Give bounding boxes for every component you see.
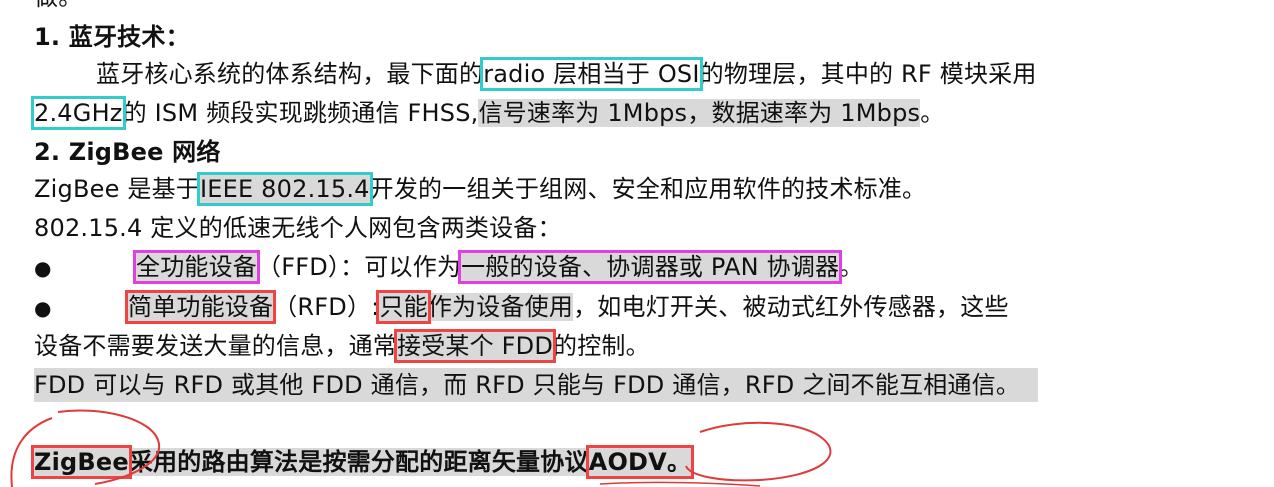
section-heading-bluetooth: 1. 蓝牙技术： [34, 23, 190, 51]
bullet-rfd: ● 简单功能设备（RFD）:只能作为设备使用，如电灯开关、被动式红外传感器，这些 [34, 290, 1009, 325]
text-run: 开发的一组关于组网、安全和应用软件的技术标准。 [369, 175, 927, 203]
highlighted-rates: 信号速率为 1Mbps，数据速率为 1Mbps [478, 99, 921, 127]
bullet-rfd-continued: 设备不需要发送大量的信息，通常接受某个 FDD的控制。 [34, 329, 650, 363]
section-heading-zigbee: 2. ZigBee 网络 [34, 138, 221, 166]
text-run: 的控制。 [553, 332, 650, 360]
routing-sentence: ZigBee采用的路由算法是按需分配的距离矢量协议AODV。 [31, 445, 695, 479]
ink-underline [599, 481, 761, 487]
boxed-term-radio-layer: radio 层相当于 OSI [480, 57, 703, 91]
boxed-term-only: 只能 [376, 290, 431, 324]
boxed-term-ieee: IEEE 802.15.4 [196, 172, 373, 206]
text-run: 。 [839, 253, 864, 281]
text-run: 的 ISM 频段实现跳频通信 FHSS, [122, 99, 479, 127]
bluetooth-paragraph-line1: 蓝牙核心系统的体系结构，最下面的radio 层相当于 OSI的物理层，其中的 R… [96, 57, 1037, 91]
boxed-term-rfd: 简单功能设备 [124, 290, 277, 324]
bullet-ffd: ● 全功能设备（FFD）：可以作为一般的设备、协调器或 PAN 协调器。 [34, 250, 863, 285]
text-run: 的物理层，其中的 RF 模块采用 [699, 60, 1037, 88]
text-run: （FFD）：可以作为 [257, 253, 462, 281]
text-run: ，如电灯开关、被动式红外传感器，这些 [573, 293, 1009, 321]
text-run: （RFD）: [273, 293, 380, 321]
zigbee-paragraph-line1: ZigBee 是基于IEEE 802.15.4开发的一组关于组网、安全和应用软件… [34, 172, 926, 206]
boxed-term-ffd: 全功能设备 [133, 250, 260, 284]
boxed-term-frequency: 2.4GHz [31, 96, 126, 130]
text-run: 设备不需要发送大量的信息，通常 [34, 332, 397, 360]
top-text-fragment: 做。 [34, 0, 82, 14]
boxed-term-fdd-control: 接受某个 FDD [394, 329, 556, 363]
zigbee-paragraph-line2: 802.15.4 定义的低速无线个人网包含两类设备： [34, 214, 562, 242]
highlighted-routing-text: 采用的路由算法是按需分配的距离矢量协议 [128, 448, 589, 476]
bullet-icon: ● [34, 256, 52, 280]
text-run: ZigBee 是基于 [34, 175, 200, 203]
bullet-icon: ● [34, 296, 52, 320]
document-page: 做。 1. 蓝牙技术： 蓝牙核心系统的体系结构，最下面的radio 层相当于 O… [0, 0, 1274, 487]
boxed-term-zigbee: ZigBee [31, 445, 132, 479]
text-run: 。 [920, 99, 945, 127]
highlighted-communication-note: FDD 可以与 RFD 或其他 FDD 通信，而 RFD 只能与 FDD 通信，… [34, 368, 1039, 402]
bluetooth-paragraph-line2: 2.4GHz的 ISM 频段实现跳频通信 FHSS,信号速率为 1Mbps，数据… [31, 96, 945, 130]
text-run: 蓝牙核心系统的体系结构，最下面的 [96, 60, 484, 88]
boxed-term-aodv: AODV。 [585, 445, 695, 479]
ink-circle-aodv [685, 421, 832, 482]
boxed-term-ffd-roles: 一般的设备、协调器或 PAN 协调器 [458, 250, 843, 284]
highlighted-device-use: 作为设备使用 [427, 293, 574, 321]
